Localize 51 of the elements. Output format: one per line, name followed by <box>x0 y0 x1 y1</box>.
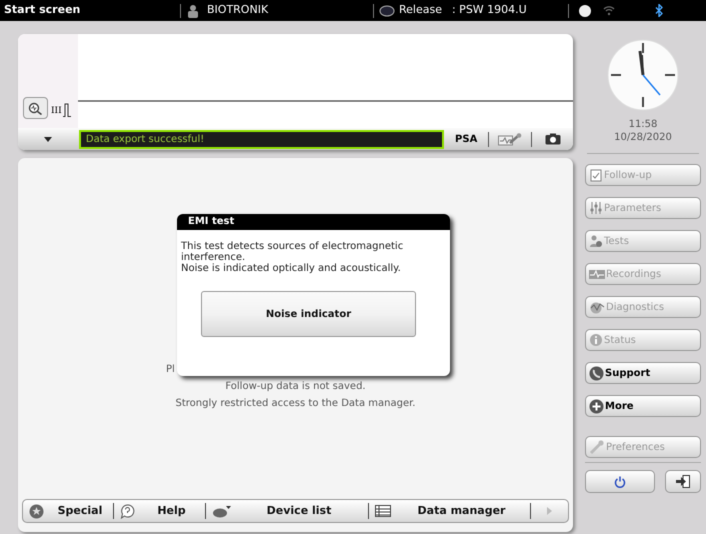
user-icon <box>187 4 199 18</box>
waveform-icon <box>589 268 605 280</box>
wrench-icon <box>589 440 605 454</box>
table-icon <box>375 505 391 517</box>
phone-icon <box>589 366 604 380</box>
clock-time: 11:58 <box>628 118 658 131</box>
help-icon <box>120 504 135 518</box>
screen-title: Start screen <box>4 2 82 18</box>
info-icon <box>589 333 603 347</box>
noise-indicator-button[interactable]: Noise indicator <box>201 291 416 337</box>
toolbar-button[interactable]: Data manager <box>369 500 530 522</box>
status-indicator <box>578 4 591 16</box>
dialog-text: This test detects sources of electromagnetic interference. <box>181 241 404 263</box>
nav-button[interactable]: Support <box>585 362 701 384</box>
toolbar-button[interactable]: Special <box>23 500 113 522</box>
search-icon <box>28 102 43 114</box>
caret-icon <box>547 507 552 515</box>
power-button[interactable] <box>585 470 655 493</box>
psa-button[interactable]: PSA <box>444 132 488 146</box>
sliders-icon <box>589 201 603 215</box>
power-icon <box>614 476 626 488</box>
analog-clock <box>607 39 679 111</box>
bluetooth-icon <box>654 4 663 17</box>
nav-button[interactable]: More <box>585 395 701 417</box>
person-icon <box>589 234 603 248</box>
plus-icon <box>589 398 604 414</box>
clipboard-icon <box>589 168 603 182</box>
calibration-pulse-icon <box>62 103 71 117</box>
device-icon <box>212 504 232 518</box>
zoom-button[interactable] <box>23 97 48 119</box>
channel-label: III <box>51 104 62 118</box>
release-label: Release <box>399 2 442 18</box>
clock-date: 10/28/2020 <box>613 131 673 144</box>
device-icon <box>379 4 395 16</box>
info-text: Pl <box>166 363 175 377</box>
exit-icon <box>676 475 690 488</box>
info-text: Strongly restricted access to the Data manager. <box>176 397 416 411</box>
status-message-field: Data export successful! <box>78 130 444 148</box>
dialog-title: EMI test <box>177 214 450 230</box>
camera-icon <box>544 133 561 145</box>
info-text: Follow-up data is not saved. <box>225 380 366 394</box>
chart-icon <box>589 300 605 314</box>
logout-button[interactable] <box>665 470 701 493</box>
release-version: : PSW 1904.U <box>452 2 528 18</box>
wifi-icon <box>602 5 615 16</box>
caret-icon <box>44 136 52 142</box>
wrench-icon <box>498 132 522 146</box>
toolbar-button[interactable]: Device list <box>206 500 368 522</box>
toolbar-button[interactable]: Help <box>114 500 205 522</box>
dialog-text: Noise is indicated optically and acoustically. <box>181 263 402 274</box>
user-name: BIOTRONIK <box>207 2 270 18</box>
